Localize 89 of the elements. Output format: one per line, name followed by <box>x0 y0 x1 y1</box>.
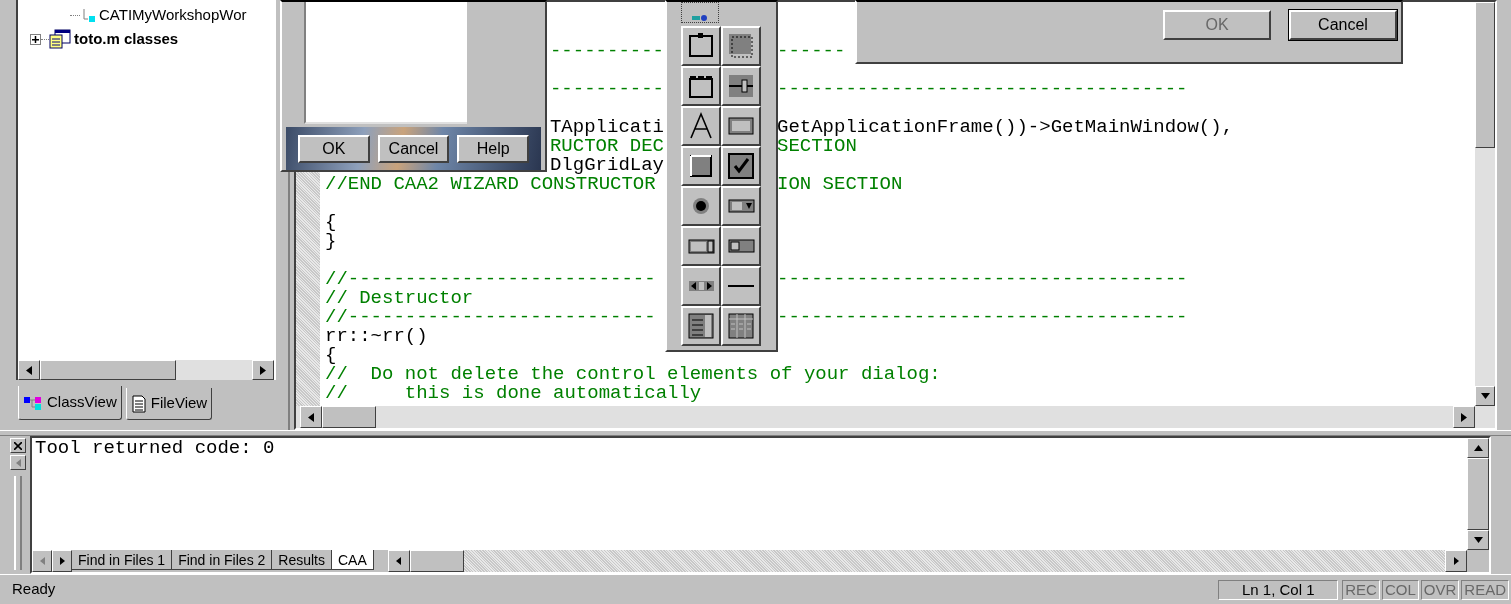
code-comment: //END CAA2 WIZARD CONSTRUCTOR <box>325 175 656 194</box>
tab-scroll-right-button[interactable] <box>52 550 72 572</box>
class-folder-icon <box>49 29 71 49</box>
status-indicator: OVR <box>1420 579 1460 600</box>
tab-scroll-left-button[interactable] <box>32 550 52 572</box>
horizontal-scrollbar[interactable] <box>18 360 274 380</box>
scroll-thumb[interactable] <box>40 360 176 380</box>
code-comment: // Destructor <box>325 289 474 308</box>
workspace-tab[interactable]: ClassView <box>18 386 122 420</box>
code-comment: ---------- <box>549 42 664 61</box>
status-indicator: COL <box>1381 579 1419 600</box>
class-view-icon <box>23 394 43 411</box>
scroll-down-button[interactable] <box>1467 530 1489 550</box>
scroll-left-button[interactable] <box>387 550 410 572</box>
left-arrow-icon <box>39 557 45 565</box>
code-text: GetApplicationFrame())->GetMainWindow(), <box>777 118 1234 137</box>
code-comment: ------------------------------------ <box>777 270 1188 289</box>
up-arrow-icon <box>1473 445 1483 451</box>
code-text: TApplicati <box>549 118 664 137</box>
status-indicator: READ <box>1461 579 1509 600</box>
code-comment: // this is done automatically <box>325 384 702 403</box>
output-text: Tool returned code: 0 <box>32 438 1467 550</box>
horizontal-scrollbar[interactable] <box>296 406 1495 428</box>
code-text: { <box>325 346 337 365</box>
scroll-thumb[interactable] <box>409 550 464 572</box>
scroll-left-button[interactable] <box>300 406 322 428</box>
output-tab[interactable]: CAA <box>332 550 374 570</box>
status-message: Ready <box>12 579 57 600</box>
collapse-button[interactable] <box>10 455 26 470</box>
cancel-button[interactable]: Cancel <box>1289 10 1397 40</box>
scroll-down-button[interactable] <box>1475 386 1495 406</box>
right-arrow-icon <box>1461 412 1467 422</box>
code-text: rr::~rr() <box>325 327 428 346</box>
right-arrow-icon <box>59 557 65 565</box>
scroll-left-button[interactable] <box>18 360 40 380</box>
close-icon <box>14 441 22 450</box>
scroll-thumb[interactable] <box>1475 2 1495 148</box>
scroll-up-button[interactable] <box>1467 438 1489 458</box>
code-comment: // Do not delete the control elements of your dialog: <box>325 365 941 384</box>
expand-toggle[interactable] <box>30 33 41 45</box>
code-comment: SECTION <box>777 137 857 156</box>
cancel-button[interactable]: Cancel <box>377 134 450 163</box>
scroll-bar-icon <box>688 281 714 291</box>
right-arrow-icon <box>1453 557 1459 565</box>
code-comment: ------ <box>777 42 846 61</box>
cursor-position: Ln 1, Col 1 <box>1218 579 1339 600</box>
status-indicator: REC <box>1342 579 1380 600</box>
document-icon <box>130 394 147 413</box>
code-comment: RUCTOR DEC <box>549 137 664 156</box>
vertical-scrollbar[interactable] <box>1467 438 1489 550</box>
code-text: DlgGridLay <box>549 156 664 175</box>
down-arrow-icon <box>1473 537 1483 543</box>
code-text: { <box>325 213 337 232</box>
code-comment: ---------- <box>549 80 664 99</box>
scroll-right-button[interactable] <box>1453 406 1475 428</box>
gripper-icon[interactable] <box>14 476 22 570</box>
list-icon <box>686 311 716 341</box>
output-tab[interactable]: Results <box>272 550 332 570</box>
right-arrow-icon <box>260 365 266 375</box>
scroll-thumb[interactable] <box>1467 458 1489 530</box>
tree-item-label[interactable]: toto.m classes <box>74 27 179 51</box>
code-comment: //--------------------------- <box>325 270 656 289</box>
left-arrow-icon <box>15 458 21 467</box>
scroll-thumb[interactable] <box>322 406 376 428</box>
vertical-scrollbar[interactable] <box>1475 2 1495 406</box>
scroll-right-button[interactable] <box>252 360 274 380</box>
multi-list-icon <box>726 311 756 341</box>
code-text: } <box>325 232 337 251</box>
output-tab[interactable]: Find in Files 1 <box>72 550 173 570</box>
output-tab[interactable]: Find in Files 2 <box>172 550 273 570</box>
help-button[interactable]: Help <box>457 134 529 163</box>
separator-icon <box>728 285 754 287</box>
pointer-tool-icon <box>690 14 710 22</box>
close-button[interactable] <box>10 438 26 453</box>
workspace-tab[interactable]: FileView <box>125 388 213 420</box>
left-arrow-icon <box>308 412 314 422</box>
code-comment: ION SECTION <box>777 175 903 194</box>
left-arrow-icon <box>396 557 402 565</box>
code-comment: ------------------------------------ <box>777 308 1188 327</box>
dotted-frame-icon <box>726 31 756 61</box>
code-comment: //--------------------------- <box>325 308 656 327</box>
ok-button[interactable]: OK <box>298 134 370 163</box>
check-box-icon <box>726 151 756 181</box>
left-arrow-icon <box>26 365 32 375</box>
interface-icon <box>80 7 96 23</box>
down-arrow-icon <box>1480 393 1490 399</box>
tree-item-label[interactable]: CATIMyWorkshopWor <box>99 3 247 27</box>
code-comment: ------------------------------------ <box>777 80 1188 99</box>
scroll-right-button[interactable] <box>1445 550 1467 572</box>
